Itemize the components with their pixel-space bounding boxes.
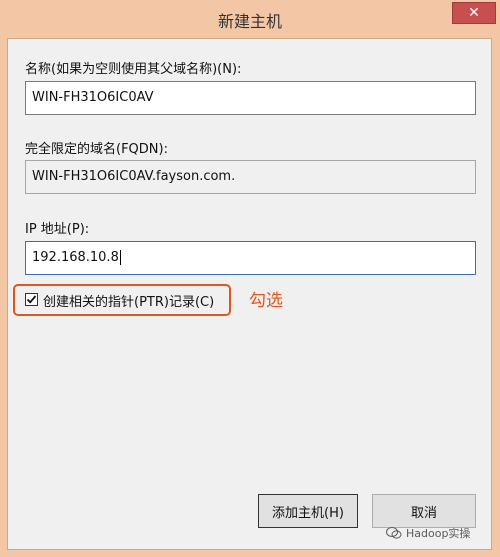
ptr-checkbox-label[interactable]: 创建相关的指针(PTR)记录(C) bbox=[43, 291, 214, 310]
watermark-text: Hadoop实操 bbox=[406, 527, 471, 540]
name-label: 名称(如果为空则使用其父域名称)(N): bbox=[25, 62, 242, 77]
ip-label: IP 地址(P): bbox=[25, 222, 90, 237]
fqdn-field: WIN-FH31O6IC0AV.fayson.com. bbox=[25, 160, 476, 194]
cancel-button[interactable]: 取消 bbox=[372, 494, 476, 528]
ip-address-input[interactable]: 192.168.10.8 bbox=[25, 241, 476, 275]
close-icon: ✕ bbox=[468, 5, 480, 21]
text-caret bbox=[119, 250, 121, 265]
ptr-checkbox[interactable] bbox=[25, 293, 38, 306]
dialog-window: 新建主机 ✕ 名称(如果为空则使用其父域名称)(N): WIN-FH31O6IC… bbox=[0, 0, 500, 557]
title-bar[interactable]: 新建主机 ✕ bbox=[0, 0, 500, 38]
annotation-text: 勾选 bbox=[249, 291, 283, 311]
add-host-button[interactable]: 添加主机(H) bbox=[258, 494, 358, 528]
close-button[interactable]: ✕ bbox=[452, 2, 496, 24]
fqdn-label: 完全限定的域名(FQDN): bbox=[25, 142, 168, 157]
name-input[interactable]: WIN-FH31O6IC0AV bbox=[25, 81, 476, 115]
checkmark-icon bbox=[26, 295, 37, 304]
wechat-icon bbox=[386, 527, 402, 539]
window-title: 新建主机 bbox=[217, 12, 282, 31]
watermark: Hadoop实操 bbox=[386, 525, 470, 541]
ip-address-value: 192.168.10.8 bbox=[32, 250, 119, 265]
